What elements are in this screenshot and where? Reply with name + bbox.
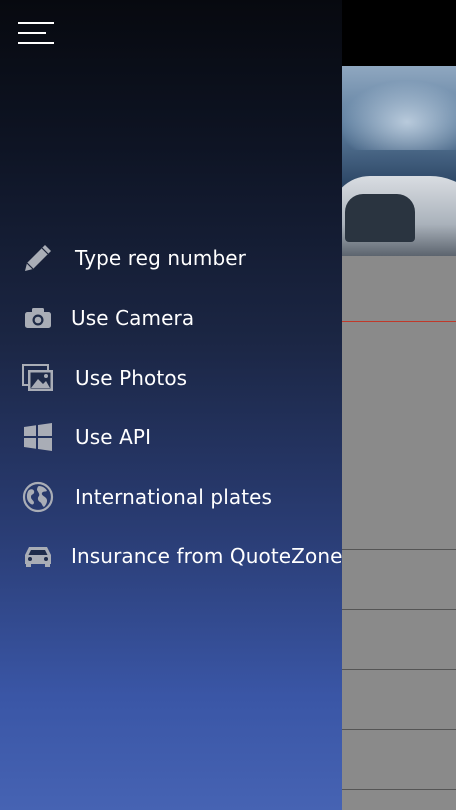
hamburger-line <box>18 22 54 24</box>
menu-item-label: Use API <box>75 425 152 449</box>
photos-icon <box>22 362 54 394</box>
camera-icon <box>22 302 54 334</box>
menu-item-label: International plates <box>75 485 273 509</box>
menu-item-use-camera[interactable]: Use Camera <box>0 290 342 346</box>
menu-item-label: Insurance from QuoteZone <box>71 544 343 568</box>
menu-item-international-plates[interactable]: International plates <box>0 469 342 525</box>
menu-item-label: Type reg number <box>75 246 246 270</box>
hamburger-line <box>18 42 54 44</box>
hero-clouds <box>342 80 456 150</box>
list-divider <box>342 669 456 670</box>
hero-car-window <box>345 194 415 242</box>
hamburger-menu-button[interactable] <box>18 20 56 46</box>
list-divider <box>342 609 456 610</box>
navigation-drawer: Type reg number Use Camera Use Photos Us… <box>0 0 342 810</box>
hamburger-line <box>18 32 46 34</box>
globe-icon <box>22 481 54 513</box>
input-underline <box>342 321 456 322</box>
menu-item-label: Use Photos <box>75 366 188 390</box>
menu-item-use-photos[interactable]: Use Photos <box>0 350 342 406</box>
menu-item-insurance-quotezone[interactable]: Insurance from QuoteZone <box>0 528 342 584</box>
pencil-icon <box>22 242 54 274</box>
menu-item-type-reg-number[interactable]: Type reg number <box>0 230 342 286</box>
list-divider <box>342 549 456 550</box>
menu-item-label: Use Camera <box>71 306 195 330</box>
menu-item-use-api[interactable]: Use API <box>0 409 342 465</box>
list-divider <box>342 729 456 730</box>
windows-logo-icon <box>22 421 54 453</box>
car-icon <box>22 540 54 572</box>
list-divider <box>342 789 456 790</box>
